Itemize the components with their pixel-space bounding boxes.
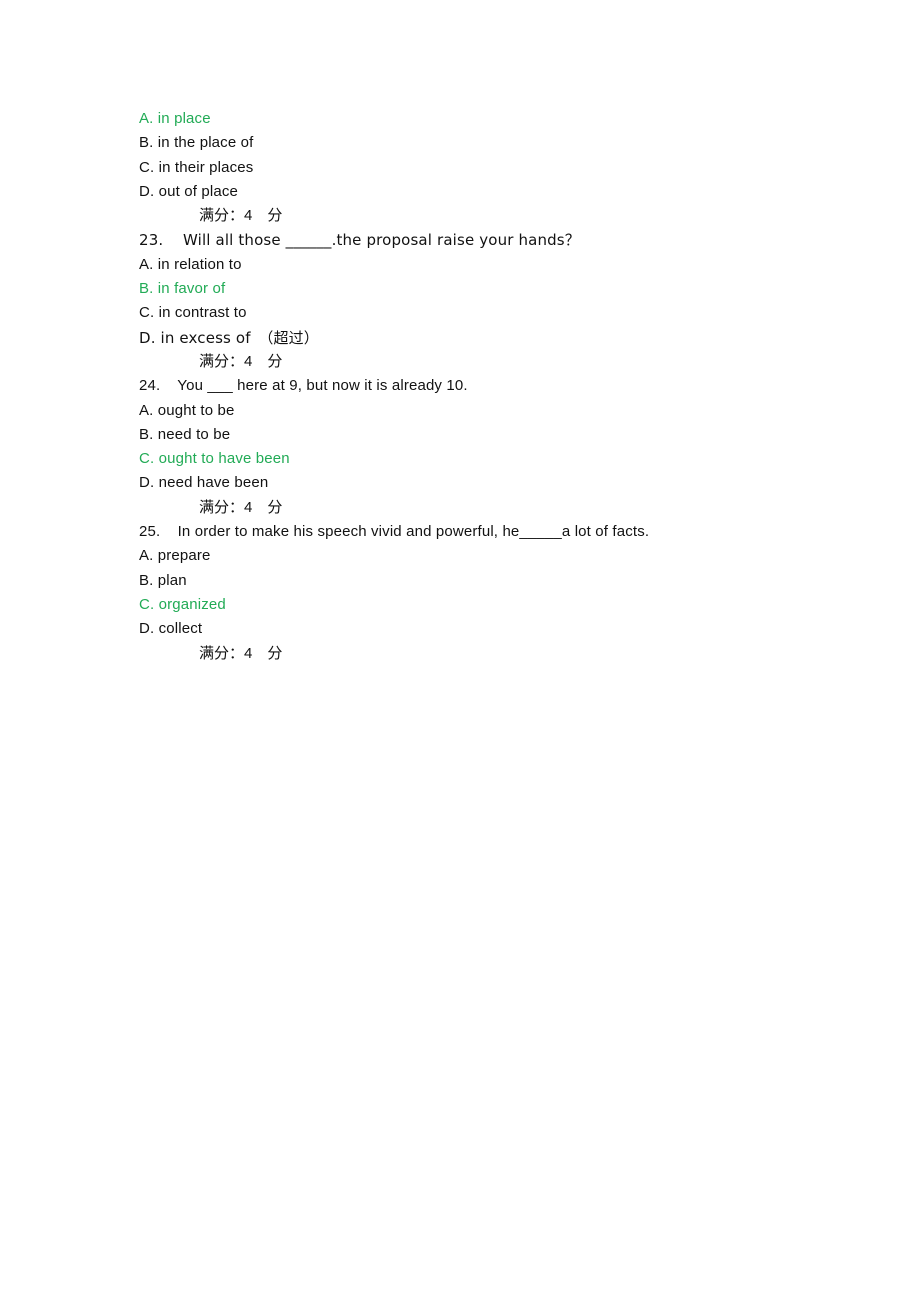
option-row[interactable]: C. organized	[139, 593, 879, 617]
document-page: A. in place B. in the place of C. in the…	[0, 0, 920, 1302]
option-row[interactable]: A. in place	[139, 107, 879, 131]
score-line: 满分：4 分	[199, 207, 283, 225]
option-row[interactable]: C. ought to have been	[139, 447, 879, 471]
exam-content: A. in place B. in the place of C. in the…	[139, 107, 879, 666]
score-line: 满分：4 分	[199, 352, 283, 370]
option-row[interactable]: B. plan	[139, 569, 879, 593]
option-row[interactable]: A. in relation to	[139, 253, 879, 277]
option-row[interactable]: D. need have been	[139, 471, 879, 495]
question-group: 24. You ___ here at 9, but now it is alr…	[139, 374, 879, 520]
option-row[interactable]: C. in contrast to	[139, 301, 879, 325]
option-row[interactable]: B. in favor of	[139, 277, 879, 301]
question-prompt: 23. Will all those ______.the proposal r…	[139, 231, 580, 250]
question-prompt: 25. In order to make his speech vivid an…	[139, 523, 650, 541]
question-group: 23. Will all those ______.the proposal r…	[139, 228, 879, 374]
question-group: A. in place B. in the place of C. in the…	[139, 107, 879, 228]
option-row[interactable]: C. in their places	[139, 156, 879, 180]
option-row[interactable]: A. ought to be	[139, 399, 879, 423]
score-line: 满分：4 分	[199, 498, 283, 516]
option-row[interactable]: D. collect	[139, 617, 879, 641]
option-row[interactable]: A. prepare	[139, 544, 879, 568]
option-row[interactable]: B. in the place of	[139, 131, 879, 155]
option-row[interactable]: D. out of place	[139, 180, 879, 204]
option-row[interactable]: B. need to be	[139, 423, 879, 447]
score-line: 满分：4 分	[199, 644, 283, 662]
question-prompt: 24. You ___ here at 9, but now it is alr…	[139, 377, 468, 395]
option-row[interactable]: D. in excess of （超过）	[139, 326, 879, 350]
question-group: 25. In order to make his speech vivid an…	[139, 520, 879, 666]
